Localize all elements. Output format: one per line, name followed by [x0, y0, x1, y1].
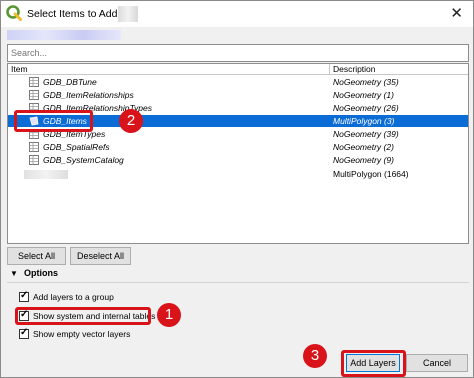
- table-row[interactable]: GDB_SystemCatalog NoGeometry (9): [8, 154, 468, 166]
- step-badge-1: 1: [157, 303, 181, 327]
- options-group-header[interactable]: ▼ Options: [7, 267, 469, 281]
- row-description: NoGeometry (26): [333, 103, 399, 113]
- search-input[interactable]: [7, 44, 469, 62]
- row-name: GDB_DBTune: [43, 77, 97, 87]
- highlight-box-system-tables: [15, 307, 151, 325]
- add-layers-to-group-checkbox[interactable]: ✓ Add layers to a group: [19, 290, 114, 303]
- items-table: Item Description GDB_DBTune NoGeometry (…: [7, 63, 469, 244]
- row-name: GDB_SpatialRefs: [43, 142, 110, 152]
- cancel-button[interactable]: Cancel: [406, 354, 468, 372]
- highlight-box-gdb-items: [14, 110, 93, 132]
- check-icon: ✓: [20, 327, 29, 338]
- qgis-logo-icon: [6, 5, 22, 21]
- table-row[interactable]: GDB_ItemRelationships NoGeometry (1): [8, 89, 468, 101]
- row-description: NoGeometry (1): [333, 90, 394, 100]
- table-row[interactable]: GDB_DBTune NoGeometry (35): [8, 76, 468, 88]
- checkbox-box[interactable]: ✓: [19, 327, 29, 339]
- select-items-dialog: Select Items to Add | ✕ Item Description…: [0, 0, 474, 378]
- row-description: NoGeometry (39): [333, 129, 399, 139]
- window-title: Select Items to Add |: [27, 8, 124, 20]
- row-description: MultiPolygon (1664): [333, 169, 409, 179]
- table-header: Item Description: [8, 64, 468, 75]
- highlight-box-add-layers: [341, 350, 406, 377]
- step-badge-3: 3: [303, 344, 327, 368]
- table-row[interactable]: GDB_SpatialRefs NoGeometry (2): [8, 141, 468, 153]
- select-all-button[interactable]: Select All: [7, 247, 66, 265]
- column-separator[interactable]: [329, 64, 330, 75]
- table-row[interactable]: MultiPolygon (1664): [8, 168, 468, 180]
- table-icon: [29, 77, 39, 87]
- show-empty-vector-layers-checkbox[interactable]: ✓ Show empty vector layers: [19, 327, 131, 340]
- column-header-item[interactable]: Item: [11, 64, 28, 75]
- row-name: GDB_SystemCatalog: [43, 155, 124, 165]
- row-name: GDB_ItemRelationships: [43, 90, 134, 100]
- redacted-layer-name: [24, 170, 68, 179]
- checkbox-label: Show empty vector layers: [33, 329, 131, 339]
- title-bar: Select Items to Add | ✕: [1, 1, 473, 27]
- redacted-path: [7, 30, 121, 40]
- check-icon: ✓: [20, 290, 29, 301]
- checkbox-box[interactable]: ✓: [19, 290, 29, 302]
- options-label: Options: [24, 268, 58, 278]
- row-description: MultiPolygon (3): [333, 116, 395, 126]
- collapse-arrow-icon[interactable]: ▼: [10, 269, 18, 278]
- close-icon[interactable]: ✕: [450, 4, 463, 22]
- step-badge-2: 2: [119, 109, 143, 133]
- checkbox-label: Add layers to a group: [33, 292, 114, 302]
- redacted-title-part: [118, 6, 138, 22]
- table-icon: [29, 90, 39, 100]
- row-description: NoGeometry (2): [333, 142, 394, 152]
- deselect-all-button[interactable]: Deselect All: [70, 247, 131, 265]
- column-header-description[interactable]: Description: [333, 64, 376, 75]
- table-icon: [29, 155, 39, 165]
- table-icon: [29, 142, 39, 152]
- row-description: NoGeometry (9): [333, 155, 394, 165]
- row-description: NoGeometry (35): [333, 77, 399, 87]
